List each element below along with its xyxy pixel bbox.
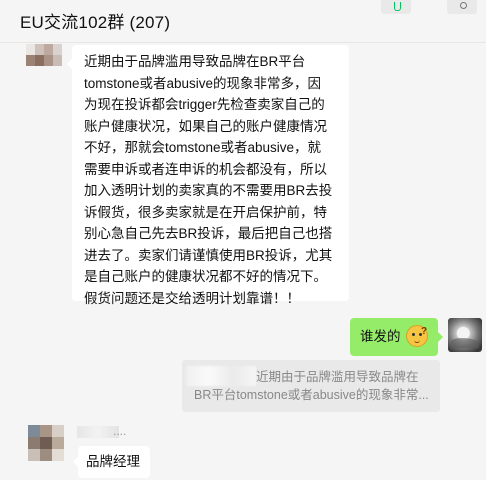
quoted-message[interactable]: 近期由于品牌滥用导致品牌在 BR平台tomstone或者abusive的现象非常… bbox=[182, 360, 440, 412]
message-text: 品牌经理 bbox=[86, 454, 140, 469]
question-mark-icon: ? bbox=[421, 326, 428, 337]
message-text: 近期由于品牌滥用导致品牌在BR平台 tomstone或者abusive的现象非常… bbox=[84, 54, 333, 306]
avatar[interactable] bbox=[26, 44, 62, 66]
message-bubble[interactable]: 近期由于品牌滥用导致品牌在BR平台 tomstone或者abusive的现象非常… bbox=[67, 45, 349, 306]
redacted-sender bbox=[186, 366, 256, 386]
more-icon[interactable] bbox=[447, 0, 477, 14]
chat-title: EU交流102群 (207) bbox=[20, 13, 171, 32]
pin-icon[interactable] bbox=[381, 0, 411, 14]
quote-text-line: BR平台tomstone或者abusive的现象非常... bbox=[194, 388, 428, 402]
message-text: 谁发的 bbox=[360, 329, 401, 344]
chat-header: EU交流102群 (207) bbox=[0, 0, 486, 43]
avatar[interactable] bbox=[28, 425, 64, 461]
avatar[interactable] bbox=[448, 318, 482, 352]
message-bubble[interactable]: 品牌经理 bbox=[73, 446, 150, 478]
my-message-bubble[interactable]: 谁发的 ? bbox=[350, 318, 443, 356]
nickname: .... bbox=[113, 424, 127, 438]
